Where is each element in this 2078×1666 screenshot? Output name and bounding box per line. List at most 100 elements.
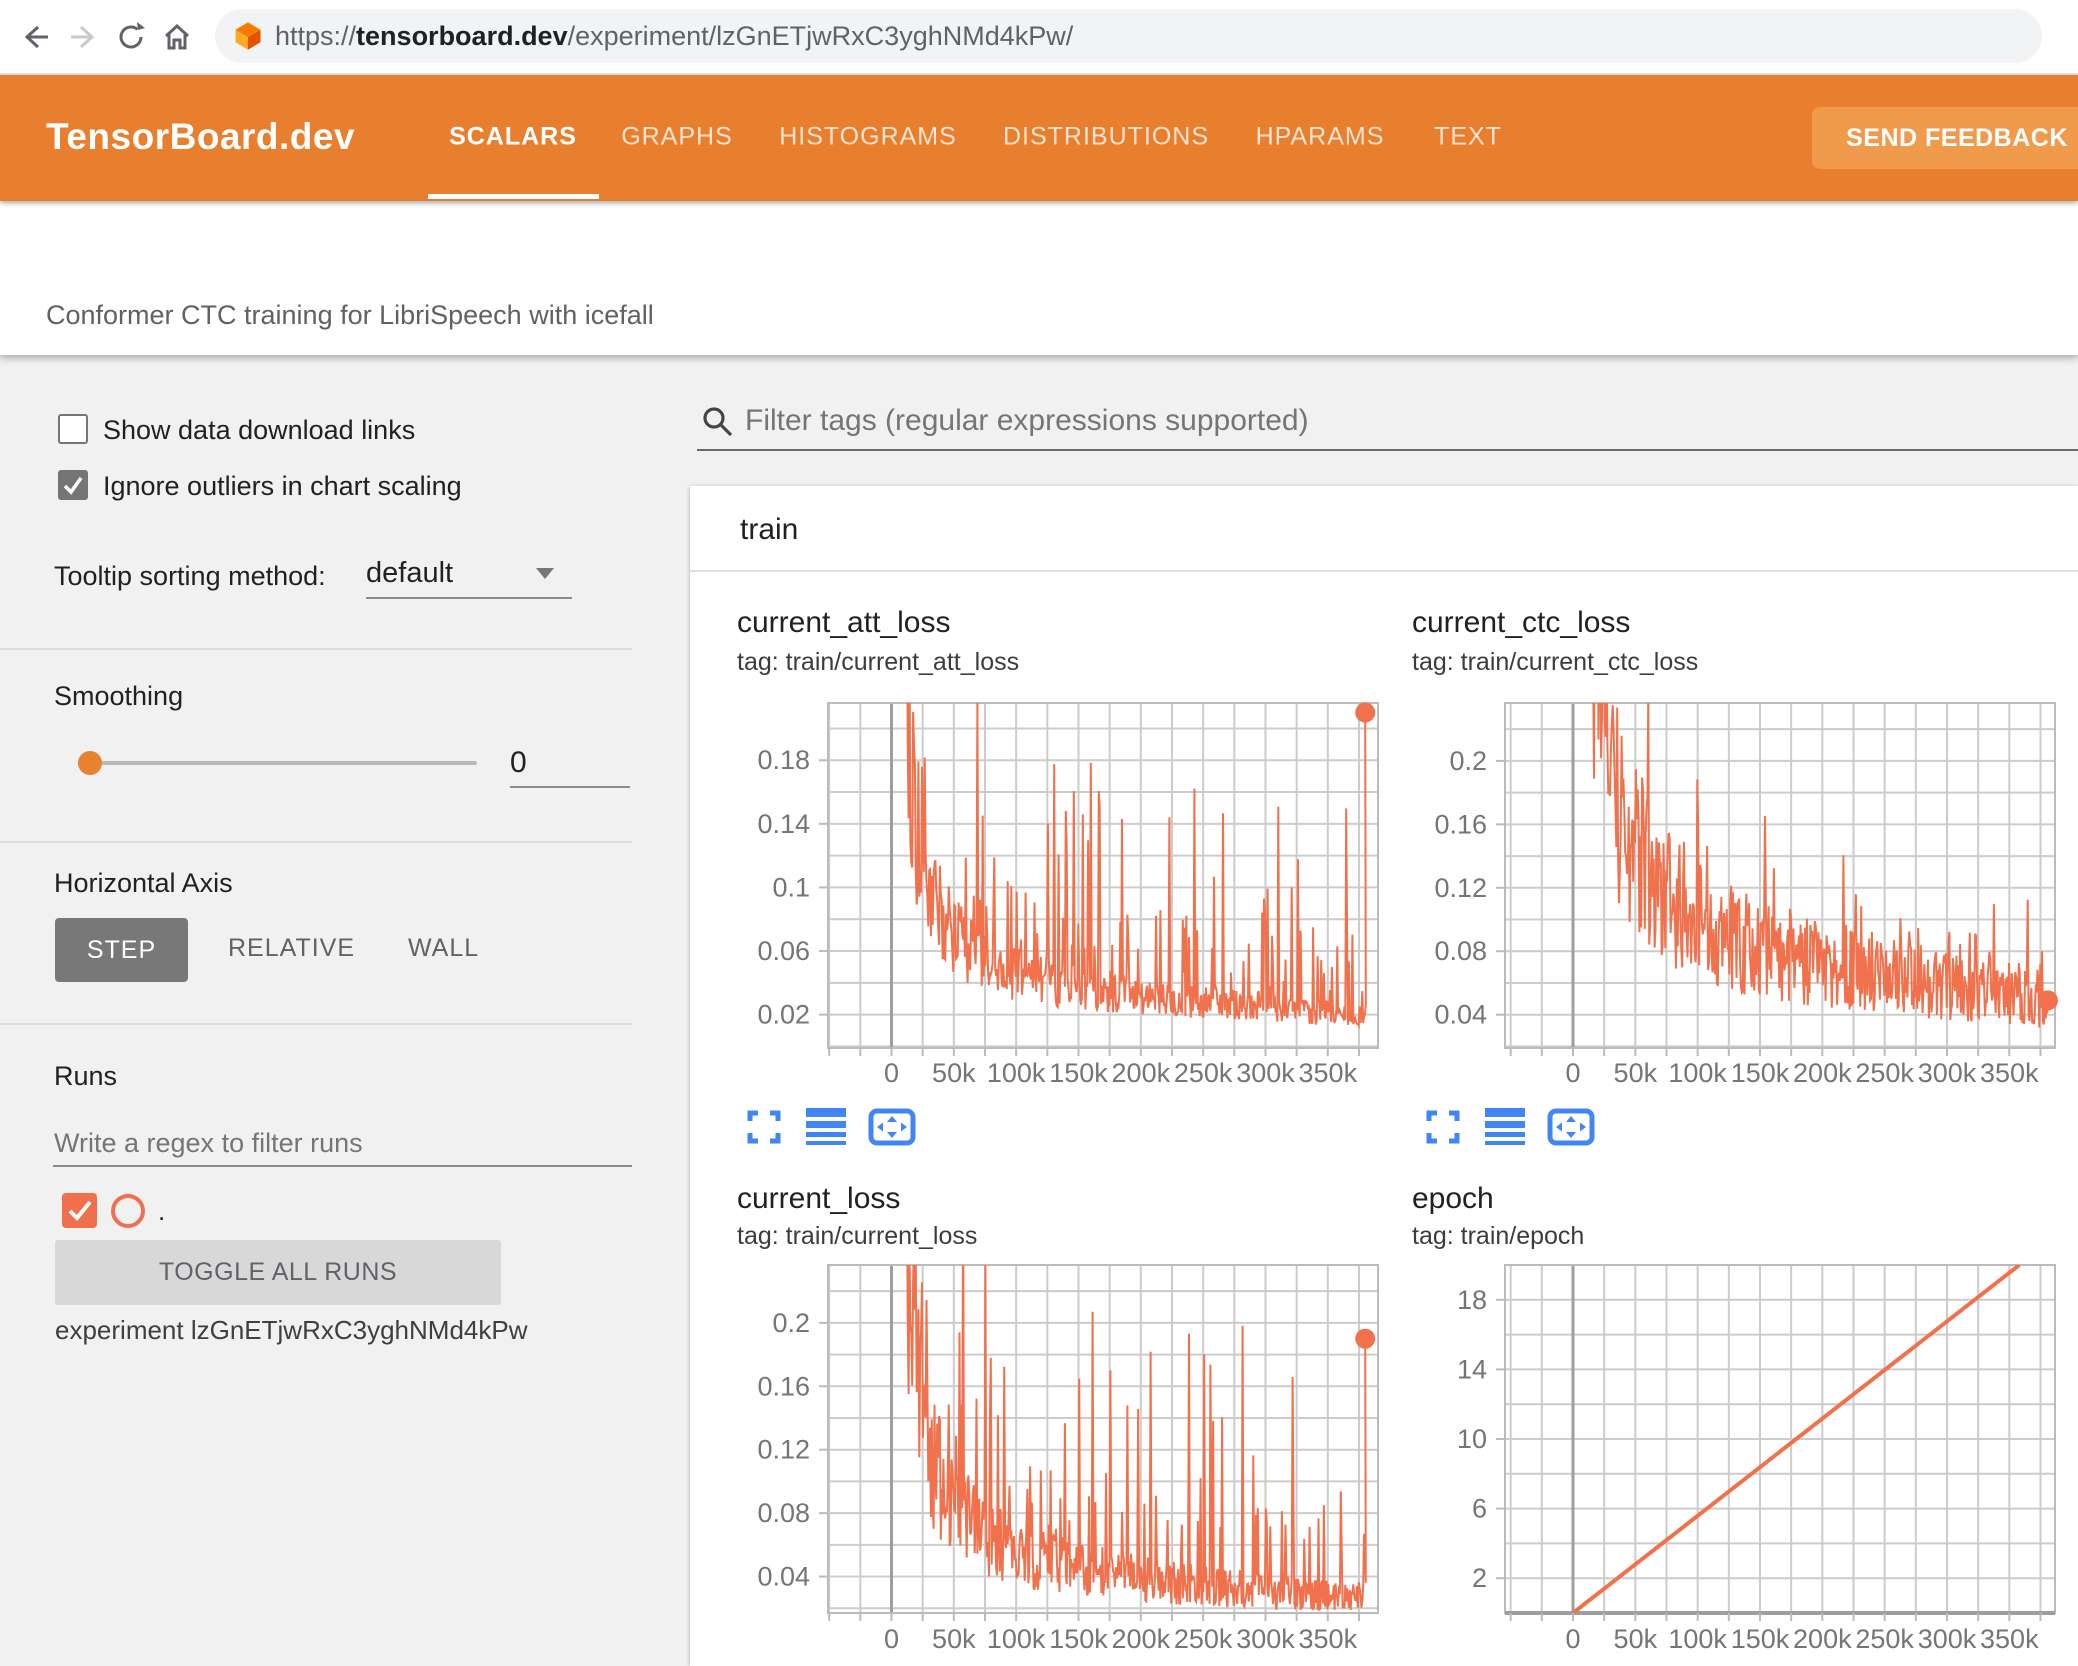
send-feedback-button[interactable]: SEND FEEDBACK bbox=[1812, 107, 2078, 169]
runs-filter-input[interactable]: Write a regex to filter runs bbox=[54, 1128, 363, 1159]
axis-step-button[interactable]: STEP bbox=[55, 918, 188, 982]
x-tick-label: 350k bbox=[1299, 1624, 1358, 1654]
x-tick-label: 350k bbox=[1980, 1624, 2039, 1654]
sidebar-divider bbox=[0, 648, 632, 650]
x-tick-label: 250k bbox=[1855, 1058, 1914, 1088]
smoothing-slider-track[interactable] bbox=[83, 761, 477, 765]
run-checkbox[interactable] bbox=[62, 1193, 97, 1228]
x-tick-label: 350k bbox=[1299, 1058, 1358, 1088]
x-tick-label: 0 bbox=[884, 1058, 899, 1088]
charts-canvas[interactable]: 0 50k 100k 150k 200k 250k 300k 350k0.180.140.10… bbox=[690, 486, 2078, 1666]
runs-filter-underline bbox=[53, 1165, 632, 1167]
x-tick-label: 300k bbox=[1236, 1624, 1295, 1654]
active-tab-underline bbox=[428, 194, 599, 199]
axis-wall-button[interactable]: WALL bbox=[402, 933, 485, 964]
x-tick-label: 150k bbox=[1731, 1624, 1790, 1654]
check-icon bbox=[63, 476, 83, 495]
final-point-dot bbox=[1355, 1328, 1376, 1349]
y-tick-label: 0.2 bbox=[1449, 746, 1487, 776]
url-bar[interactable]: https://tensorboard.dev/experiment/lzGnE… bbox=[215, 9, 2042, 63]
tab-histograms[interactable]: HISTOGRAMS bbox=[779, 123, 957, 152]
tab-graphs[interactable]: GRAPHS bbox=[621, 123, 733, 152]
browser-bar: https://tensorboard.dev/experiment/lzGnE… bbox=[0, 0, 2078, 75]
run-color-swatch[interactable] bbox=[111, 1194, 145, 1228]
y-tick-label: 0.12 bbox=[757, 1435, 810, 1465]
x-tick-label: 50k bbox=[932, 1624, 976, 1654]
chart-current_ctc_loss[interactable]: 0 50k 100k 150k 200k 250k 300k 350k 0.2 0.16 0.12 0… bbox=[1434, 486, 2058, 1088]
x-tick-label: 150k bbox=[1731, 1058, 1790, 1088]
x-tick-label: 200k bbox=[1112, 1058, 1171, 1088]
search-icon bbox=[703, 407, 733, 437]
y-tick-label: 10 bbox=[1457, 1424, 1487, 1454]
y-tick-label: 0.14 bbox=[757, 809, 810, 839]
x-tick-label: 50k bbox=[1614, 1624, 1658, 1654]
x-tick-label: 250k bbox=[1174, 1058, 1233, 1088]
show-download-links-checkbox[interactable] bbox=[58, 414, 88, 444]
filter-tags-underline bbox=[697, 449, 2078, 451]
forward-icon[interactable] bbox=[67, 20, 101, 54]
horizontal-axis-label: Horizontal Axis bbox=[54, 868, 233, 898]
chart-current_att_loss[interactable]: 0 50k 100k 150k 200k 250k 300k 350k 0.18 0.14 0.1 0… bbox=[757, 486, 1379, 1088]
y-tick-label: 0.1 bbox=[772, 872, 810, 902]
ignore-outliers-checkbox[interactable] bbox=[58, 470, 88, 500]
tab-scalars[interactable]: SCALARS bbox=[449, 123, 577, 152]
experiment-id-label: experiment lzGnETjwRxC3yghNMd4kPw bbox=[55, 1315, 528, 1345]
runs-label: Runs bbox=[54, 1061, 118, 1091]
tensorboard-page: { "browser": { "url_scheme": "https://",… bbox=[0, 0, 2078, 1666]
chart-epoch[interactable]: 0 50k 100k 150k 200k 250k 300k 350k 18 14 10 6 2 bbox=[1457, 1264, 2056, 1654]
x-tick-label: 300k bbox=[1918, 1624, 1977, 1654]
smoothing-value[interactable]: 0 bbox=[510, 746, 527, 780]
y-tick-label: 0.16 bbox=[1434, 809, 1487, 839]
y-tick-label: 0.06 bbox=[757, 936, 810, 966]
chevron-down-icon[interactable] bbox=[536, 568, 554, 579]
x-tick-label: 100k bbox=[1668, 1058, 1727, 1088]
refresh-icon[interactable] bbox=[114, 20, 148, 54]
y-tick-label: 0.08 bbox=[1434, 936, 1487, 966]
show-download-links-label: Show data download links bbox=[103, 415, 416, 445]
x-tick-label: 250k bbox=[1855, 1624, 1914, 1654]
toggle-all-runs-button[interactable]: TOGGLE ALL RUNS bbox=[55, 1240, 501, 1305]
x-tick-label: 300k bbox=[1236, 1058, 1295, 1088]
y-tick-label: 0.02 bbox=[757, 1000, 810, 1030]
x-tick-label: 200k bbox=[1793, 1058, 1852, 1088]
x-tick-label: 50k bbox=[1614, 1058, 1658, 1088]
app-header: TensorBoard.dev SCALARS GRAPHS HISTOGRAM… bbox=[0, 73, 2078, 201]
home-icon[interactable] bbox=[160, 20, 194, 54]
y-tick-label: 0.18 bbox=[757, 745, 810, 775]
y-tick-label: 18 bbox=[1457, 1285, 1487, 1315]
smoothing-label: Smoothing bbox=[54, 681, 184, 711]
axis-relative-button[interactable]: RELATIVE bbox=[222, 933, 361, 964]
x-tick-label: 300k bbox=[1918, 1058, 1977, 1088]
final-point-dot bbox=[1355, 702, 1376, 723]
experiment-subtitle-band bbox=[0, 201, 2078, 355]
y-tick-label: 6 bbox=[1472, 1494, 1487, 1524]
y-tick-label: 0.2 bbox=[772, 1308, 810, 1338]
tab-distributions[interactable]: DISTRIBUTIONS bbox=[1003, 123, 1209, 152]
x-tick-label: 150k bbox=[1049, 1624, 1108, 1654]
sidebar-divider bbox=[0, 841, 632, 843]
x-tick-label: 150k bbox=[1049, 1058, 1108, 1088]
tensorboard-favicon bbox=[235, 22, 261, 50]
experiment-subtitle: Conformer CTC training for LibriSpeech w… bbox=[46, 300, 654, 330]
url-text: https://tensorboard.dev/experiment/lzGnE… bbox=[275, 20, 1074, 51]
x-tick-label: 0 bbox=[884, 1624, 899, 1654]
smoothing-slider-thumb[interactable] bbox=[78, 751, 102, 775]
tab-text[interactable]: TEXT bbox=[1434, 123, 1502, 152]
x-tick-label: 100k bbox=[987, 1058, 1046, 1088]
sidebar-divider bbox=[0, 1023, 632, 1025]
tab-hparams[interactable]: HPARAMS bbox=[1256, 123, 1385, 152]
y-tick-label: 0.08 bbox=[757, 1498, 810, 1528]
y-tick-label: 0.16 bbox=[757, 1371, 810, 1401]
y-tick-label: 0.04 bbox=[757, 1562, 810, 1592]
tooltip-sorting-label: Tooltip sorting method: bbox=[54, 561, 326, 591]
tooltip-sorting-select[interactable]: default bbox=[366, 557, 453, 590]
x-tick-label: 100k bbox=[1668, 1624, 1727, 1654]
final-point-dot bbox=[2037, 990, 2058, 1011]
x-tick-label: 200k bbox=[1793, 1624, 1852, 1654]
x-tick-label: 100k bbox=[987, 1624, 1046, 1654]
x-tick-label: 350k bbox=[1980, 1058, 2039, 1088]
x-tick-label: 200k bbox=[1112, 1624, 1171, 1654]
run-name: . bbox=[158, 1196, 166, 1226]
filter-tags-input[interactable]: Filter tags (regular expressions support… bbox=[745, 404, 1309, 438]
back-icon[interactable] bbox=[18, 20, 52, 54]
